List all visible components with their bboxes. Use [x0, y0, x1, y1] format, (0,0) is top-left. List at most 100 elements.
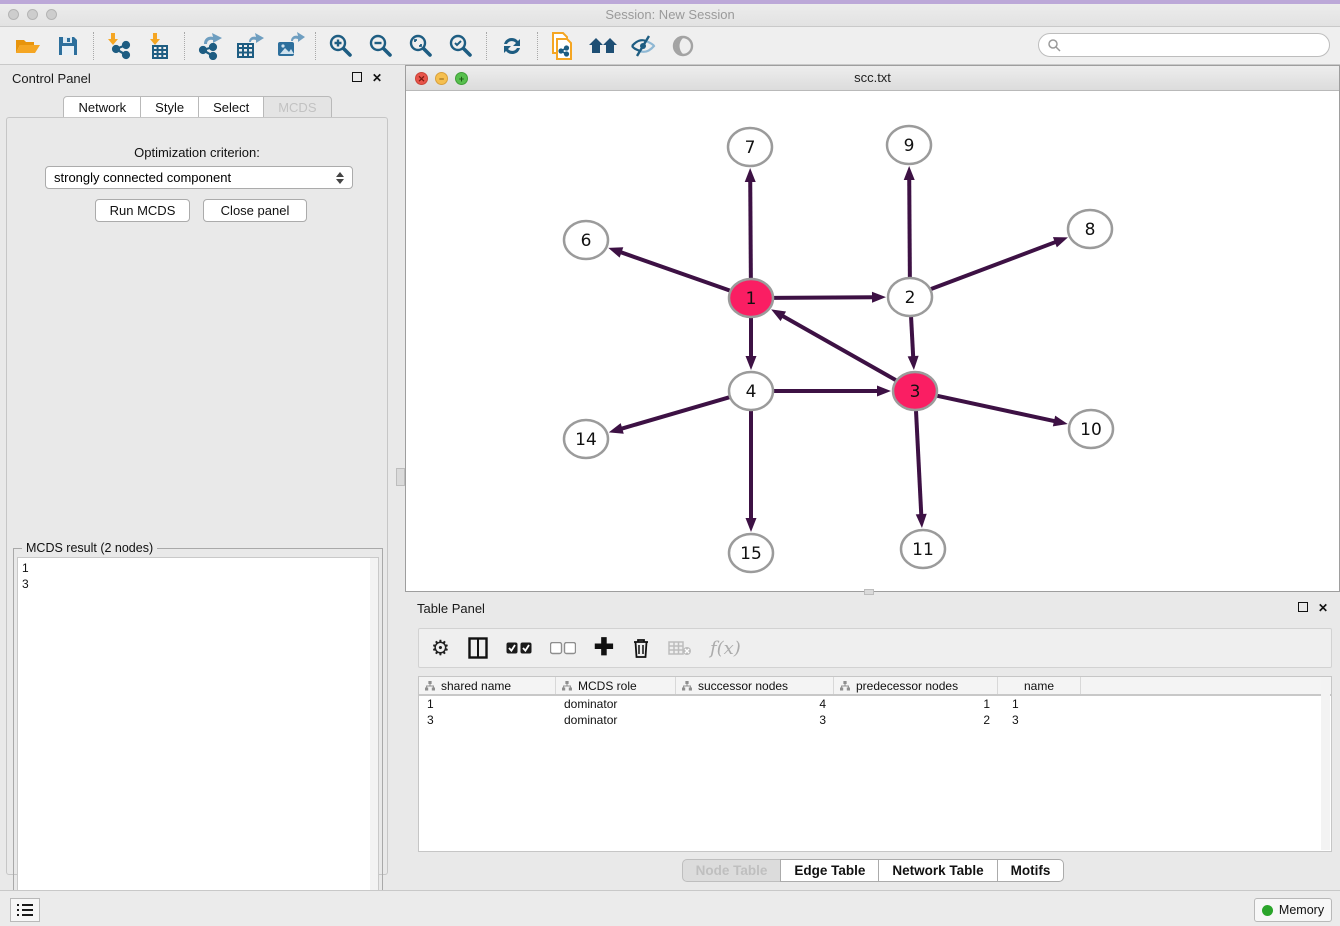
graph-edge-3-11[interactable]: [916, 411, 921, 516]
tab-network[interactable]: Network: [63, 96, 141, 119]
graph-edge-3-10[interactable]: [937, 396, 1056, 422]
column-header-name: name: [1024, 679, 1054, 693]
search-box[interactable]: [1038, 33, 1330, 57]
graph-node-10[interactable]: 10: [1069, 410, 1113, 448]
tab-edge-table[interactable]: Edge Table: [780, 859, 879, 882]
graph-node-8[interactable]: 8: [1068, 210, 1112, 248]
optimization-criterion-label: Optimization criterion:: [7, 145, 387, 160]
table-cell: 1: [998, 696, 1081, 712]
zoom-fit-button[interactable]: [401, 29, 441, 63]
graph-node-7[interactable]: 7: [728, 128, 772, 166]
delete-row-button[interactable]: [632, 633, 650, 663]
svg-text:11: 11: [912, 540, 934, 560]
graph-node-9[interactable]: 9: [887, 126, 931, 164]
close-mcds-panel-button[interactable]: Close panel: [203, 199, 307, 222]
table-column-header[interactable]: successor nodes: [676, 677, 834, 694]
refresh-layout-button[interactable]: [492, 29, 532, 63]
network-titlebar[interactable]: ✕ − + scc.txt: [406, 66, 1339, 91]
graph-node-15[interactable]: 15: [729, 534, 773, 572]
deselect-all-button[interactable]: [550, 633, 576, 663]
close-panel-button[interactable]: ✕: [372, 72, 382, 84]
memory-button[interactable]: Memory: [1254, 898, 1332, 922]
result-scrollbar[interactable]: [370, 558, 378, 918]
column-header-successor-nodes: successor nodes: [698, 679, 788, 693]
network-close-button[interactable]: ✕: [415, 72, 428, 85]
import-table-button[interactable]: [139, 29, 179, 63]
close-window-button[interactable]: [8, 9, 19, 20]
graph-node-2[interactable]: 2: [888, 278, 932, 316]
graph-edge-2-3[interactable]: [911, 317, 913, 358]
tab-mcds[interactable]: MCDS: [263, 96, 331, 119]
graph-edge-1-7[interactable]: [750, 180, 751, 278]
export-image-button[interactable]: [270, 29, 310, 63]
mcds-result-list[interactable]: 1 3: [17, 557, 379, 919]
import-table-icon: [145, 32, 173, 60]
import-network-button[interactable]: [99, 29, 139, 63]
task-history-button[interactable]: [10, 898, 40, 922]
edge-arrowhead: [908, 356, 919, 370]
graph-edge-2-8[interactable]: [931, 242, 1057, 289]
graph-node-1[interactable]: 1: [729, 279, 773, 317]
open-session-button[interactable]: [8, 29, 48, 63]
open-folder-icon: [15, 34, 41, 58]
network-graph: 7 9 6 8 1 2 4 3 14 10 15 11: [406, 91, 1339, 591]
graph-node-3[interactable]: 3: [893, 372, 937, 410]
graph-edge-4-14[interactable]: [620, 397, 729, 429]
save-session-button[interactable]: [48, 29, 88, 63]
table-row[interactable]: 3dominator323: [419, 712, 1331, 728]
export-network-button[interactable]: [190, 29, 230, 63]
tab-motifs[interactable]: Motifs: [997, 859, 1065, 882]
zoom-fit-icon: [408, 33, 434, 59]
zoom-selected-button[interactable]: [441, 29, 481, 63]
toolbar-separator: [184, 32, 185, 60]
graph-node-14[interactable]: 14: [564, 420, 608, 458]
table-scrollbar[interactable]: [1321, 678, 1330, 850]
tab-style[interactable]: Style: [140, 96, 199, 119]
graph-edge-1-6[interactable]: [620, 252, 730, 291]
first-neighbors-button[interactable]: [583, 29, 623, 63]
table-column-header[interactable]: MCDS role: [556, 677, 676, 694]
function-builder-button[interactable]: f(x): [710, 633, 741, 663]
svg-text:3: 3: [910, 382, 921, 402]
minimize-window-button[interactable]: [27, 9, 38, 20]
network-minimize-button[interactable]: −: [435, 72, 448, 85]
svg-text:1: 1: [746, 289, 757, 309]
delete-column-button[interactable]: [668, 633, 692, 663]
edge-arrowhead: [872, 292, 886, 303]
graph-node-6[interactable]: 6: [564, 221, 608, 259]
graph-edge-2-9[interactable]: [909, 178, 910, 277]
table-column-header[interactable]: predecessor nodes: [834, 677, 998, 694]
network-maximize-button[interactable]: +: [455, 72, 468, 85]
close-table-panel-button[interactable]: ✕: [1318, 602, 1328, 614]
clone-network-button[interactable]: [543, 29, 583, 63]
hide-selected-button[interactable]: [623, 29, 663, 63]
table-cell: 3: [998, 712, 1081, 728]
show-columns-button[interactable]: [468, 633, 488, 663]
zoom-out-button[interactable]: [361, 29, 401, 63]
table-cell: 1: [834, 696, 998, 712]
table-column-header[interactable]: shared name: [419, 677, 556, 694]
table-row[interactable]: 1dominator411: [419, 696, 1331, 712]
tab-network-table[interactable]: Network Table: [878, 859, 997, 882]
float-table-panel-button[interactable]: [1298, 602, 1308, 614]
graph-node-4[interactable]: 4: [729, 372, 773, 410]
criterion-dropdown[interactable]: strongly connected component: [45, 166, 353, 189]
zoom-window-button[interactable]: [46, 9, 57, 20]
graph-edge-3-1[interactable]: [782, 315, 896, 380]
zoom-in-button[interactable]: [321, 29, 361, 63]
search-input[interactable]: [1061, 38, 1329, 52]
table-settings-button[interactable]: ⚙: [431, 633, 450, 663]
graph-node-11[interactable]: 11: [901, 530, 945, 568]
network-canvas[interactable]: 7 9 6 8 1 2 4 3 14 10 15 11: [406, 91, 1339, 591]
export-table-button[interactable]: [230, 29, 270, 63]
show-all-button[interactable]: [663, 29, 703, 63]
run-mcds-button[interactable]: Run MCDS: [95, 199, 190, 222]
tab-select[interactable]: Select: [198, 96, 264, 119]
table-column-header[interactable]: name: [998, 677, 1081, 694]
graph-edge-1-2[interactable]: [774, 297, 874, 298]
select-all-button[interactable]: [506, 633, 532, 663]
vertical-splitter-handle[interactable]: [396, 468, 405, 486]
float-panel-button[interactable]: [352, 72, 362, 84]
add-row-button[interactable]: ✚: [594, 633, 614, 663]
tab-node-table[interactable]: Node Table: [682, 859, 782, 882]
